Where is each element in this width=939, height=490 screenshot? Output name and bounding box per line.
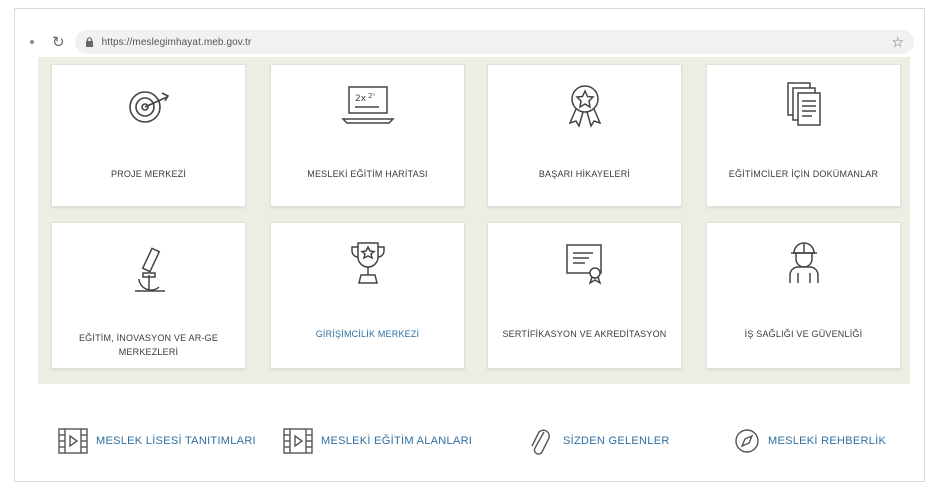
card-label: EĞİTİMCİLER İÇİN DOKÜMANLAR	[728, 169, 879, 179]
svg-text:2ⁿ: 2ⁿ	[368, 92, 375, 100]
target-arrow-icon	[125, 81, 173, 129]
card-mesleki-egitim-haritasi[interactable]: 2x 2ⁿ MESLEKİ EĞİTİM HARİTASI	[270, 64, 465, 207]
link-meslek-lisesi-tanitimlari[interactable]: MESLEK LİSESİ TANITIMLARI	[58, 423, 256, 459]
svg-text:2x: 2x	[355, 94, 367, 104]
menu-panel: PROJE MERKEZİ 2x 2ⁿ MESLEKİ EĞİTİM HARİT…	[38, 57, 910, 384]
toolbar-dot	[30, 40, 34, 44]
card-label: PROJE MERKEZİ	[110, 169, 187, 179]
trophy-star-icon	[348, 239, 388, 287]
url-field[interactable]: https://meslegimhayat.meb.gov.tr ☆	[74, 30, 914, 54]
worker-helmet-icon	[784, 239, 824, 287]
bookmark-star-icon[interactable]: ☆	[891, 34, 904, 51]
laptop-chart-icon: 2x 2ⁿ	[340, 81, 395, 129]
compass-icon	[734, 428, 760, 454]
lock-icon	[85, 37, 93, 47]
card-proje-merkezi[interactable]: PROJE MERKEZİ	[51, 64, 246, 207]
video-film-icon	[58, 428, 88, 454]
link-sizden-gelenler[interactable]: SİZDEN GELENLER	[529, 423, 670, 459]
bottom-link-label: MESLEKİ EĞİTİM ALANLARI	[321, 435, 473, 447]
bottom-link-label: SİZDEN GELENLER	[563, 435, 670, 447]
video-film-icon	[283, 428, 313, 454]
paperclip-icon	[529, 426, 551, 456]
url-text: https://meslegimhayat.meb.gov.tr	[101, 36, 252, 48]
card-sertifikasyon-akreditasyon[interactable]: SERTİFİKASYON ve AKREDİTASYON	[487, 222, 682, 369]
card-egitim-inovasyon-arge[interactable]: EĞİTİM, İNOVASYON VE AR-GE MERKEZLERİ	[51, 222, 246, 369]
card-girisimcilik-merkezi[interactable]: GİRİŞİMCİLİK MERKEZİ	[270, 222, 465, 369]
certificate-icon	[563, 239, 607, 287]
card-label: MESLEKİ EĞİTİM HARİTASI	[307, 169, 428, 179]
link-mesleki-rehberlik[interactable]: MESLEKİ REHBERLİK	[734, 423, 886, 459]
card-basari-hikayeleri[interactable]: BAŞARI HİKAYELERİ	[487, 64, 682, 207]
card-egitimciler-icin-dokumanlar[interactable]: EĞİTİMCİLER İÇİN DOKÜMANLAR	[706, 64, 901, 207]
card-label: GİRİŞİMCİLİK MERKEZİ	[315, 329, 420, 339]
browser-address-bar: ↻ https://meslegimhayat.meb.gov.tr ☆	[24, 27, 914, 57]
bottom-link-label: MESLEK LİSESİ TANITIMLARI	[96, 435, 256, 447]
card-is-sagligi-guvenligi[interactable]: İŞ SAĞLIĞI VE GÜVENLİĞİ	[706, 222, 901, 369]
award-badge-icon	[563, 81, 607, 129]
card-label: EĞİTİM, İNOVASYON VE AR-GE MERKEZLERİ	[78, 333, 219, 357]
card-label: İŞ SAĞLIĞI VE GÜVENLİĞİ	[744, 329, 863, 339]
link-mesleki-egitim-alanlari[interactable]: MESLEKİ EĞİTİM ALANLARI	[283, 423, 472, 459]
microscope-icon	[129, 247, 169, 295]
documents-stack-icon	[784, 81, 824, 129]
card-label: SERTİFİKASYON ve AKREDİTASYON	[502, 329, 667, 339]
card-label: BAŞARI HİKAYELERİ	[538, 169, 631, 179]
bottom-link-label: MESLEKİ REHBERLİK	[768, 435, 887, 447]
reload-icon[interactable]: ↻	[52, 35, 65, 50]
